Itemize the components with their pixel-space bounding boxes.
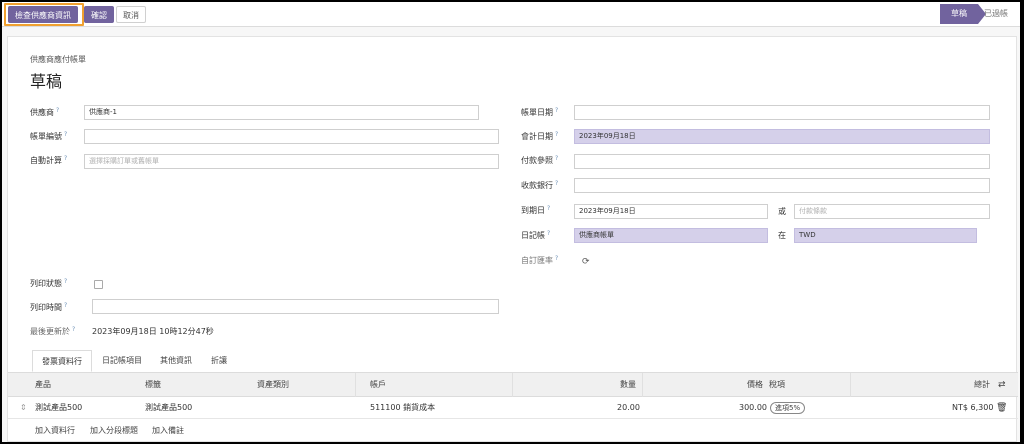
print-time-label: 列印時間?: [30, 302, 68, 312]
cell-subtotal: NT$ 6,300: [952, 403, 994, 412]
help-icon[interactable]: ?: [555, 255, 558, 262]
payment-ref-field[interactable]: [574, 154, 990, 169]
notebook-tabs: 發票資料行 日記帳項目 其他資訊 折讓: [8, 350, 1018, 372]
add-section-link[interactable]: 加入分段標題: [90, 420, 138, 442]
last-update-label: 最後更新於?: [30, 326, 76, 336]
payment-ref-label: 付款參照?: [521, 155, 559, 165]
col-quantity[interactable]: 數量: [620, 373, 636, 397]
bank-field[interactable]: [574, 178, 990, 193]
print-status-checkbox[interactable]: [94, 280, 103, 289]
vendor-label: 供應商?: [30, 107, 60, 117]
tab-discount[interactable]: 折讓: [204, 350, 234, 372]
cancel-button[interactable]: 取消: [116, 6, 146, 23]
cell-taxes[interactable]: 進項5%: [770, 397, 806, 419]
journal-label: 日記帳?: [521, 230, 551, 240]
optional-columns-icon[interactable]: ⇄: [998, 373, 1006, 397]
tab-other-info[interactable]: 其他資訊: [154, 350, 198, 372]
cell-price[interactable]: 300.00: [739, 397, 767, 419]
journal-field[interactable]: 供應商帳單: [574, 228, 768, 243]
bank-label: 收款銀行?: [521, 180, 559, 190]
col-label[interactable]: 標籤: [145, 373, 161, 397]
accounting-date-label: 會計日期?: [521, 131, 559, 141]
auto-complete-label: 自動計算?: [30, 155, 68, 165]
auto-complete-field[interactable]: 選擇採購訂單或舊帳單: [84, 154, 499, 169]
help-icon[interactable]: ?: [56, 107, 59, 114]
or-label: 或: [778, 207, 786, 216]
print-status-label: 列印狀態?: [30, 278, 68, 288]
col-subtotal[interactable]: 總計: [974, 373, 990, 397]
due-date-field[interactable]: 2023年09月18日: [574, 204, 768, 219]
col-price[interactable]: 價格: [747, 373, 763, 397]
bill-date-label: 帳單日期?: [521, 107, 559, 117]
tax-badge: 進項5%: [770, 402, 806, 414]
accounting-date-field[interactable]: 2023年09月18日: [574, 129, 990, 144]
table-row[interactable]: ⇕ 測試產品500 測試產品500 511100 銷貨成本 20.00 300.…: [8, 397, 1018, 419]
cell-quantity[interactable]: 20.00: [617, 397, 640, 419]
cell-product[interactable]: 測試產品500: [35, 397, 82, 419]
column-divider: [355, 373, 356, 397]
help-icon[interactable]: ?: [72, 326, 75, 333]
refresh-icon[interactable]: ⟳: [582, 257, 590, 267]
help-icon[interactable]: ?: [64, 302, 67, 309]
help-icon[interactable]: ?: [555, 155, 558, 162]
due-date-label: 到期日?: [521, 205, 551, 215]
column-divider: [850, 373, 851, 397]
tab-journal-items[interactable]: 日記帳項目: [96, 350, 148, 372]
help-icon[interactable]: ?: [64, 131, 67, 138]
column-divider: [512, 373, 513, 397]
custom-rate-label: 自訂匯率?: [521, 255, 559, 265]
stage-draft[interactable]: 草稿: [940, 4, 986, 24]
col-taxes[interactable]: 稅項: [769, 373, 785, 397]
drag-handle-icon[interactable]: ⇕: [20, 397, 27, 419]
document-type-label: 供應商應付帳單: [30, 55, 86, 64]
add-note-link[interactable]: 加入備註: [152, 420, 184, 442]
vendor-field[interactable]: 供應商-1: [84, 105, 479, 120]
bill-ref-label: 帳單編號?: [30, 131, 68, 141]
help-icon[interactable]: ?: [64, 155, 67, 162]
col-product[interactable]: 產品: [35, 373, 51, 397]
print-time-field[interactable]: [92, 299, 499, 314]
help-icon[interactable]: ?: [547, 230, 550, 237]
help-icon[interactable]: ?: [547, 205, 550, 212]
col-account[interactable]: 帳戶: [370, 373, 386, 397]
col-asset-type[interactable]: 資產類別: [257, 373, 289, 397]
add-line-links: 加入資料行 加入分段標題 加入備註: [8, 420, 1018, 442]
payment-terms-field[interactable]: 付款條款: [794, 204, 990, 219]
cell-account[interactable]: 511100 銷貨成本: [370, 397, 435, 419]
in-label: 在: [778, 231, 786, 240]
help-icon[interactable]: ?: [555, 107, 558, 114]
page-title: 草稿: [30, 72, 63, 91]
cell-label[interactable]: 測試產品500: [145, 397, 192, 419]
column-divider: [642, 373, 643, 397]
help-icon[interactable]: ?: [555, 131, 558, 138]
trash-icon[interactable]: 🗑: [996, 397, 1007, 419]
add-line-link[interactable]: 加入資料行: [35, 420, 75, 442]
currency-field[interactable]: TWD: [794, 228, 977, 243]
table-header: 產品 標籤 資產類別 帳戶 數量 價格 稅項 總計 ⇄: [8, 372, 1018, 397]
tab-invoice-lines[interactable]: 發票資料行: [32, 350, 92, 372]
control-panel: 檢查供應商資訊 確認 取消 草稿 已過帳: [2, 2, 1020, 27]
check-vendor-button[interactable]: 檢查供應商資訊: [8, 6, 78, 23]
confirm-button[interactable]: 確認: [84, 6, 114, 23]
help-icon[interactable]: ?: [64, 278, 67, 285]
form-sheet: 供應商應付帳單 草稿 供應商? 供應商-1 帳單編號? 自動計算? 選擇採購訂單…: [7, 36, 1018, 442]
bill-date-field[interactable]: [574, 105, 990, 120]
bill-ref-field[interactable]: [84, 129, 499, 144]
stage-posted[interactable]: 已過帳: [984, 4, 1016, 24]
app-frame: 檢查供應商資訊 確認 取消 草稿 已過帳 供應商應付帳單 草稿 供應商? 供應商…: [2, 2, 1020, 442]
last-update-value: 2023年09月18日 10時12分47秒: [92, 327, 214, 336]
help-icon[interactable]: ?: [555, 180, 558, 187]
